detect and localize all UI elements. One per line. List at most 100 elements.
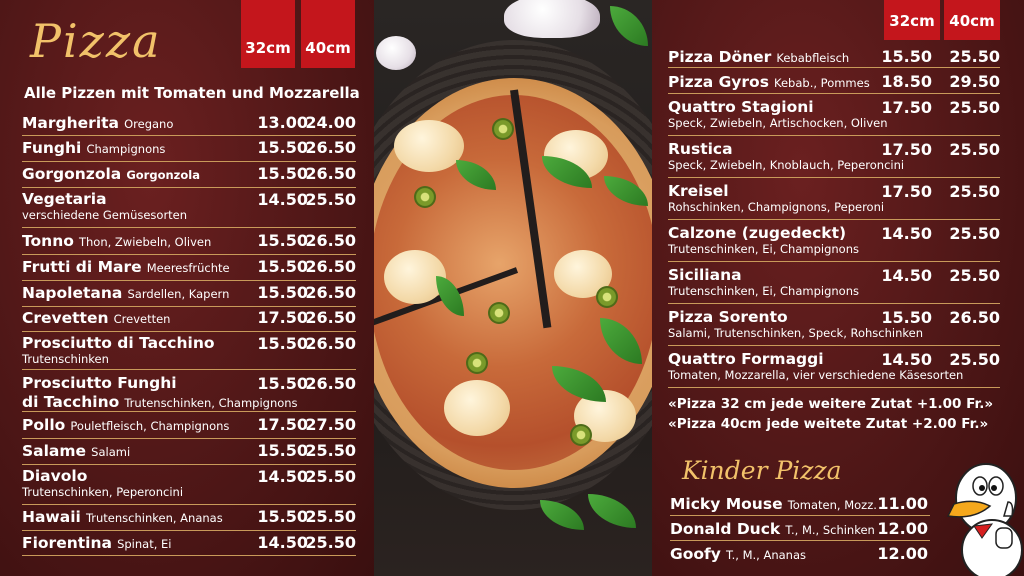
menu-item[interactable]: Fiorentina Spinat, Ei 14.50 25.50 [22,533,356,556]
menu-item[interactable]: Prosciutto Funghi di Tacchino Trutenschi… [22,374,356,412]
menu-item[interactable]: Pizza Sorento Salami, Trutenschinken, Sp… [668,308,1000,346]
item-desc: Sardellen, Kapern [127,287,230,301]
menu-item[interactable]: Frutti di Mare Meeresfrüchte 15.50 26.50 [22,257,356,281]
menu-item[interactable]: Crevetten Crevetten 17.50 26.50 [22,308,356,332]
item-name: Margherita [22,114,119,132]
jalapeno [414,186,436,208]
menu-item[interactable]: Margherita Oregano 13.00 24.00 [22,113,356,136]
size-32-label: 32cm [884,0,940,40]
extra-topping-note-40: «Pizza 40cm jede weitete Zutat +2.00 Fr.… [668,416,989,432]
item-desc: Trutenschinken, Ei, Champignons [668,284,859,298]
item-name-line2: di Tacchino [22,393,120,411]
menu-item[interactable]: Quattro Stagioni Speck, Zwiebeln, Artisc… [668,98,1000,136]
item-name: Funghi [22,139,82,157]
item-name: Pizza Gyros [668,73,769,91]
pizza-photo [374,0,652,576]
extra-topping-note-32: «Pizza 32 cm jede weitere Zutat +1.00 Fr… [668,396,994,412]
size-40-label: 40cm [301,0,355,68]
menu-title: Pizza [30,14,162,68]
menu-item[interactable]: Donald Duck T., M., Schinken 12.00 [670,519,930,541]
menu-item[interactable]: Siciliana Trutenschinken, Ei, Champignon… [668,266,1000,304]
menu-item[interactable]: Salame Salami 15.50 25.50 [22,441,356,465]
item-name: Salame [22,442,87,460]
price-32: 17.50 [881,140,932,159]
item-desc: Gorgonzola [126,168,200,182]
price: 12.00 [877,544,928,563]
item-desc: Oregano [124,117,174,131]
item-desc: Trutenschinken, Champignons [124,396,298,410]
item-name: Pollo [22,416,66,434]
menu-item[interactable]: Diavolo Trutenschinken, Peperoncini 14.5… [22,467,356,505]
item-desc: Spinat, Ei [117,537,172,551]
price-40: 26.50 [305,283,356,302]
menu-subtitle: Alle Pizzen mit Tomaten und Mozzarella [24,84,360,102]
left-menu-panel: Pizza 32cm 40cm Alle Pizzen mit Tomaten … [0,0,374,576]
menu-item[interactable]: Quattro Formaggi Tomaten, Mozzarella, vi… [668,350,1000,388]
item-desc: Crevetten [113,312,171,326]
item-name: Fiorentina [22,534,112,552]
menu-item[interactable]: Pollo Pouletfleisch, Champignons 17.50 2… [22,415,356,439]
menu-item[interactable]: Goofy T., M., Ananas 12.00 [670,544,930,566]
menu-item[interactable]: Calzone (zugedeckt) Trutenschinken, Ei, … [668,224,1000,262]
size-32-label: 32cm [241,0,295,68]
menu-item[interactable]: Gorgonzola Gorgonzola 15.50 26.50 [22,164,356,188]
price-40: 25.50 [949,224,1000,243]
item-desc: Pouletfleisch, Champignons [70,419,230,433]
item-desc: Speck, Zwiebeln, Artischocken, Oliven [668,116,888,130]
item-name: Napoletana [22,284,123,302]
price-32: 15.50 [881,47,932,66]
item-name: Crevetten [22,309,109,327]
item-desc: Kebab., Pommes [774,76,870,90]
menu-item[interactable]: Napoletana Sardellen, Kapern 15.50 26.50 [22,283,356,307]
menu-item[interactable]: Pizza Gyros Kebab., Pommes 18.50 29.50 [668,72,1000,94]
price-40: 26.50 [305,374,356,393]
menu-item[interactable]: Funghi Champignons 15.50 26.50 [22,138,356,162]
price-40: 25.50 [949,182,1000,201]
price-40: 24.00 [305,113,356,132]
jalapeno [570,424,592,446]
menu-item[interactable]: Micky Mouse Tomaten, Mozz. 11.00 [670,494,930,516]
price-40: 25.50 [305,190,356,209]
menu-item[interactable]: Kreisel Rohschinken, Champignons, Pepero… [668,182,1000,220]
item-desc: Salami [91,445,131,459]
price-40: 26.50 [305,231,356,250]
price-40: 25.50 [949,140,1000,159]
kinder-pizza-title: Kinder Pizza [682,456,842,485]
price-40: 26.50 [305,308,356,327]
item-name: Pizza Döner [668,48,772,66]
price: 11.00 [877,494,928,513]
price-40: 25.50 [949,47,1000,66]
item-name: Goofy [670,545,721,563]
item-desc: Champignons [86,142,166,156]
menu-item[interactable]: Rustica Speck, Zwiebeln, Knoblauch, Pepe… [668,140,1000,178]
price-32: 15.50 [881,308,932,327]
price-32: 14.50 [881,224,932,243]
menu-item[interactable]: Hawaii Trutenschinken, Ananas 15.50 25.5… [22,507,356,531]
price-40: 25.50 [305,507,356,526]
item-desc: T., M., Ananas [725,548,807,562]
item-desc: Salami, Trutenschinken, Speck, Rohschink… [668,326,923,340]
duck-mascot-icon [946,463,1023,576]
price-32: 17.50 [881,98,932,117]
menu-item[interactable]: Prosciutto di Tacchino Trutenschinken 15… [22,334,356,370]
item-desc: Trutenschinken, Peperoncini [22,485,184,499]
jalapeno [596,286,618,308]
item-desc: Rohschinken, Champignons, Peperoni [668,200,885,214]
menu-item[interactable]: Pizza Döner Kebabfleisch 15.50 25.50 [668,47,1000,68]
item-name: Donald Duck [670,520,781,538]
onion [504,0,600,38]
item-desc: verschiedene Gemüsesorten [22,208,188,222]
menu-item[interactable]: Tonno Thon, Zwiebeln, Oliven 15.50 26.50 [22,231,356,255]
menu-item[interactable]: Vegetaria verschiedene Gemüsesorten 14.5… [22,190,356,228]
item-desc: Tomaten, Mozzarella, vier verschiedene K… [668,368,964,382]
item-desc: Kebabfleisch [776,51,850,65]
item-name: Micky Mouse [670,495,783,513]
price-40: 26.50 [949,308,1000,327]
basil-leaf [588,494,636,528]
jalapeno [492,118,514,140]
price-32: 17.50 [881,182,932,201]
item-name: Hawaii [22,508,81,526]
basil-leaf [540,500,584,530]
item-desc: Meeresfrüchte [146,261,230,275]
item-desc: Speck, Zwiebeln, Knoblauch, Peperoncini [668,158,905,172]
